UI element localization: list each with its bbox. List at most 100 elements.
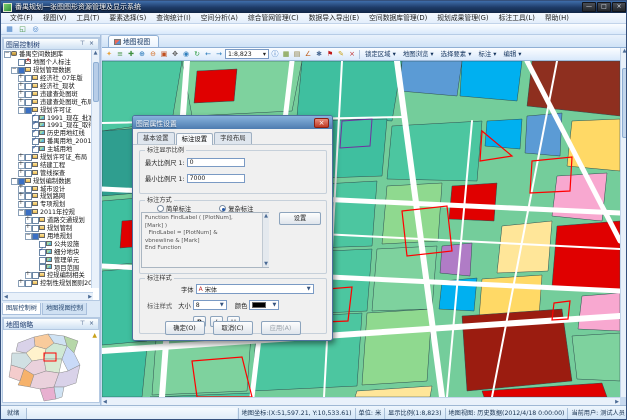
flag-icon[interactable]: ⚑ bbox=[325, 49, 335, 60]
select-features-icon[interactable]: ▦ bbox=[281, 49, 291, 60]
overview-map[interactable] bbox=[4, 331, 99, 402]
dialog-tab-2[interactable]: 字段布局 bbox=[214, 132, 252, 144]
dialog-tab-1[interactable]: 标注设置 bbox=[176, 133, 214, 145]
scroll-left-icon[interactable]: ◀ bbox=[4, 294, 8, 300]
menu-item-7[interactable]: 数据导入导出(E) bbox=[304, 13, 364, 24]
zoom-out-icon[interactable]: ⊖ bbox=[148, 49, 158, 60]
scale-combo[interactable]: 1:8,823▾ bbox=[225, 49, 269, 59]
menu-item-6[interactable]: 综合管网管理(C) bbox=[243, 13, 304, 24]
dialog-close-button[interactable]: × bbox=[314, 118, 329, 128]
close-icon[interactable]: × bbox=[87, 39, 96, 49]
tree-toggle-icon[interactable] bbox=[10, 177, 17, 184]
scroll-left-icon[interactable]: ◀ bbox=[103, 399, 107, 405]
tree-toggle-icon[interactable] bbox=[24, 271, 31, 278]
expression-settings-button[interactable]: 设置 bbox=[279, 212, 321, 225]
tree-row-26[interactable]: 管理单元 bbox=[3, 255, 93, 263]
close-button[interactable]: × bbox=[612, 2, 626, 12]
scroll-down-icon[interactable]: ▼ bbox=[263, 261, 269, 267]
layer-checkbox[interactable] bbox=[24, 153, 31, 160]
tree-toggle-icon[interactable] bbox=[17, 169, 24, 176]
layer-checkbox[interactable] bbox=[24, 200, 31, 207]
minimize-button[interactable]: — bbox=[582, 2, 596, 12]
label-expression-textarea[interactable]: Function FindLabel ( [PlotNum], [Mark] )… bbox=[141, 212, 269, 268]
layer-checkbox[interactable] bbox=[38, 263, 45, 270]
zoom-window-icon[interactable]: ▣ bbox=[159, 49, 169, 60]
dialog-tab-0[interactable]: 基本设置 bbox=[137, 132, 175, 144]
size-combo[interactable]: 8 ▼ bbox=[193, 300, 227, 310]
close-icon[interactable]: × bbox=[87, 319, 96, 329]
measure-icon[interactable]: ∠ bbox=[303, 49, 313, 60]
sidebar-tab-1[interactable]: 地图视图控制 bbox=[42, 303, 87, 315]
max-scale-input[interactable]: 0 bbox=[187, 158, 245, 167]
full-extent-icon[interactable]: ◉ bbox=[181, 49, 191, 60]
cancel-button[interactable]: 取消(C) bbox=[213, 321, 253, 335]
tree-row-24[interactable]: 公共设施 bbox=[3, 239, 93, 247]
scroll-up-icon[interactable]: ▲ bbox=[263, 213, 269, 219]
layer-checkbox[interactable] bbox=[24, 279, 31, 286]
layer-checkbox[interactable] bbox=[38, 256, 45, 263]
map-document-icon[interactable]: ▦ bbox=[4, 24, 15, 34]
layer-checkbox[interactable] bbox=[24, 98, 31, 105]
code-scrollbar[interactable]: ▲ ▼ bbox=[262, 213, 269, 267]
min-scale-input[interactable]: 7000 bbox=[187, 174, 245, 183]
maximize-button[interactable]: □ bbox=[597, 2, 611, 12]
menu-item-3[interactable]: 要素选择(S) bbox=[104, 13, 151, 24]
layer-checkbox[interactable] bbox=[31, 271, 38, 278]
star-bookmark-icon[interactable]: ✦ bbox=[104, 49, 114, 60]
layer-checkbox[interactable] bbox=[24, 82, 31, 89]
map-vertical-scrollbar[interactable]: ▲ bbox=[620, 48, 627, 397]
menu-item-5[interactable]: 空间分析(A) bbox=[196, 13, 243, 24]
map-scroll-thumb[interactable] bbox=[622, 68, 627, 138]
menu-item-4[interactable]: 查询统计(I) bbox=[151, 13, 196, 24]
layers-icon[interactable]: ≡ bbox=[115, 49, 125, 60]
add-data-icon[interactable]: ◱ bbox=[17, 24, 28, 34]
scroll-right-icon[interactable]: ▶ bbox=[88, 294, 92, 300]
next-extent-icon[interactable]: → bbox=[214, 49, 224, 60]
layer-checkbox[interactable] bbox=[24, 90, 31, 97]
tab-map-view[interactable]: 地图视图 bbox=[108, 35, 159, 47]
tree-toggle-icon[interactable] bbox=[17, 208, 24, 215]
layer-checkbox[interactable] bbox=[24, 74, 31, 81]
tree-toggle-icon[interactable] bbox=[3, 50, 10, 57]
map-mode-dropdown-0[interactable]: 锁定区域 ▾ bbox=[362, 49, 399, 60]
tree-row-29[interactable]: 控制性规划图则2011_布局 bbox=[3, 279, 93, 287]
add-layer-icon[interactable]: ✚ bbox=[126, 49, 136, 60]
map-horizontal-scrollbar[interactable]: ◀ ▶ bbox=[102, 397, 620, 405]
menu-item-8[interactable]: 空间数据库管理(D) bbox=[364, 13, 432, 24]
title-bar[interactable]: 番禺规划一张图图形资源管理及显示系统 — □ × bbox=[1, 1, 627, 13]
menu-item-9[interactable]: 规划成果管理(G) bbox=[432, 13, 493, 24]
pin-icon[interactable]: ⊤ bbox=[78, 39, 87, 49]
menu-item-10[interactable]: 标注工具(L) bbox=[494, 13, 540, 24]
ok-button[interactable]: 确定(O) bbox=[165, 321, 205, 335]
color-combo[interactable]: ▼ bbox=[249, 300, 279, 310]
layer-checkbox[interactable] bbox=[24, 169, 31, 176]
menu-item-2[interactable]: 工具(T) bbox=[71, 13, 104, 24]
layer-checkbox[interactable] bbox=[31, 216, 38, 223]
tree-toggle-icon[interactable] bbox=[24, 232, 31, 239]
map-mode-dropdown-4[interactable]: 编辑 ▾ bbox=[500, 49, 524, 60]
sketch-icon[interactable]: ✎ bbox=[336, 49, 346, 60]
overview-panel-header[interactable]: 地图缩略 ⊤ × bbox=[3, 318, 99, 330]
attribute-table-icon[interactable]: ▤ bbox=[292, 49, 302, 60]
hand-icon[interactable]: ✱ bbox=[314, 49, 324, 60]
tree-vertical-scrollbar[interactable]: ▲ bbox=[91, 50, 99, 288]
tree-toggle-icon[interactable] bbox=[10, 66, 17, 73]
sidebar-tab-0[interactable]: 图层控制树 bbox=[2, 303, 41, 315]
dialog-title-bar[interactable]: 图层属性设置 × bbox=[133, 116, 332, 129]
search-icon[interactable]: ◎ bbox=[30, 24, 41, 34]
layer-checkbox[interactable] bbox=[31, 145, 38, 152]
tree-row-23[interactable]: 用地规划 bbox=[3, 231, 93, 239]
tree-scroll-thumb[interactable] bbox=[93, 62, 99, 102]
map-mode-dropdown-3[interactable]: 标注 ▾ bbox=[475, 49, 499, 60]
pan-icon[interactable]: ✥ bbox=[170, 49, 180, 60]
layer-checkbox[interactable] bbox=[38, 248, 45, 255]
zoom-in-icon[interactable]: ⊕ bbox=[137, 49, 147, 60]
prev-extent-icon[interactable]: ← bbox=[203, 49, 213, 60]
simple-label-radio[interactable] bbox=[157, 205, 164, 212]
layer-panel-header[interactable]: 图层控制树 ⊤ × bbox=[3, 38, 99, 50]
layer-checkbox[interactable] bbox=[31, 232, 38, 239]
menu-item-0[interactable]: 文件(F) bbox=[5, 13, 38, 24]
menu-item-1[interactable]: 视图(V) bbox=[38, 13, 72, 24]
layer-checkbox[interactable] bbox=[17, 58, 24, 65]
font-combo[interactable]: A 宋体 ▼ bbox=[196, 284, 314, 294]
